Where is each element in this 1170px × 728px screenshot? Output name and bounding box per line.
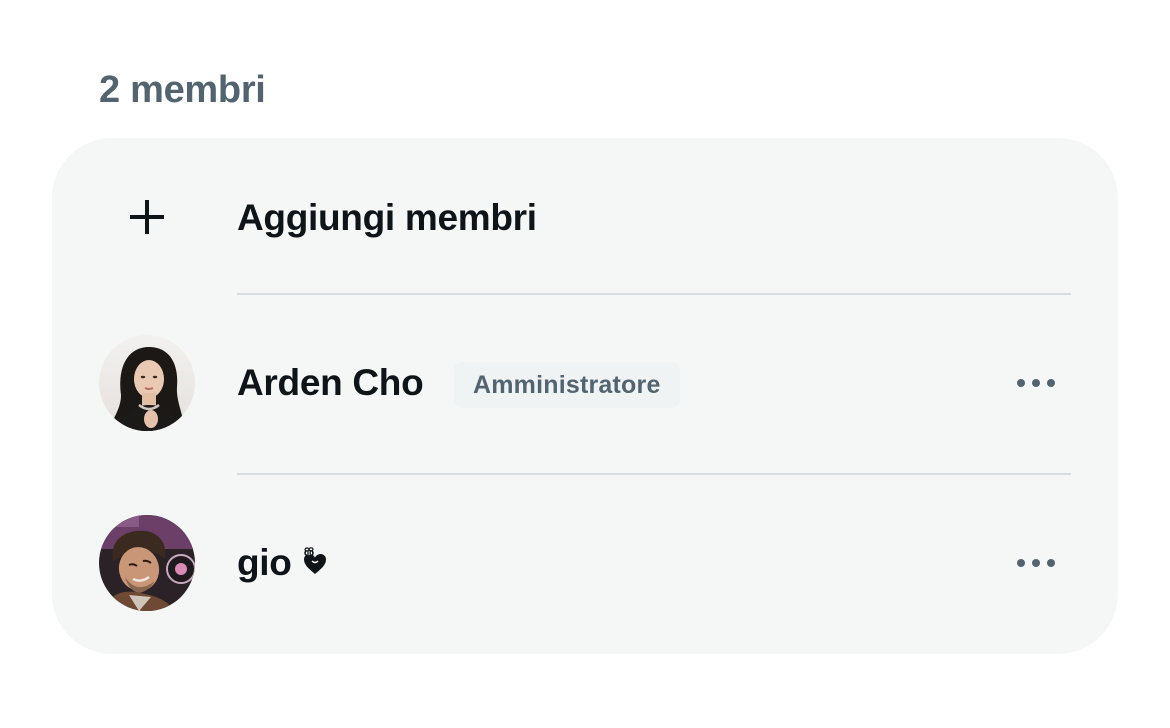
more-options-button[interactable] bbox=[1004, 543, 1068, 583]
add-members-row[interactable]: Aggiungi membri bbox=[52, 138, 1118, 293]
member-name: Arden Cho bbox=[237, 362, 424, 403]
more-icon-dot bbox=[1032, 559, 1040, 567]
member-count-heading: 2 membri bbox=[99, 69, 266, 111]
member-row-gio[interactable]: gio bbox=[52, 473, 1118, 653]
more-icon-dot bbox=[1032, 379, 1040, 387]
avatar-photo bbox=[99, 335, 195, 431]
more-icon-dot bbox=[1017, 379, 1025, 387]
heart-with-bee-icon bbox=[303, 547, 326, 575]
plus-icon bbox=[130, 200, 164, 234]
members-card: Aggiungi membri Arden Cho Amministratore… bbox=[52, 138, 1118, 654]
more-icon-dot bbox=[1047, 379, 1055, 387]
member-name: gio bbox=[237, 542, 292, 583]
avatar[interactable] bbox=[99, 335, 195, 431]
member-row-arden-cho[interactable]: Arden Cho Amministratore bbox=[52, 293, 1118, 473]
add-members-label: Aggiungi membri bbox=[237, 197, 537, 238]
avatar-photo bbox=[99, 515, 195, 611]
more-icon-dot bbox=[1017, 559, 1025, 567]
avatar[interactable] bbox=[99, 515, 195, 611]
admin-badge: Amministratore bbox=[454, 362, 680, 408]
more-icon-dot bbox=[1047, 559, 1055, 567]
more-options-button[interactable] bbox=[1004, 363, 1068, 403]
members-page: 2 membri Aggiungi membri Arden Cho Ammin… bbox=[0, 0, 1170, 728]
member-name-container: gio bbox=[237, 535, 330, 591]
